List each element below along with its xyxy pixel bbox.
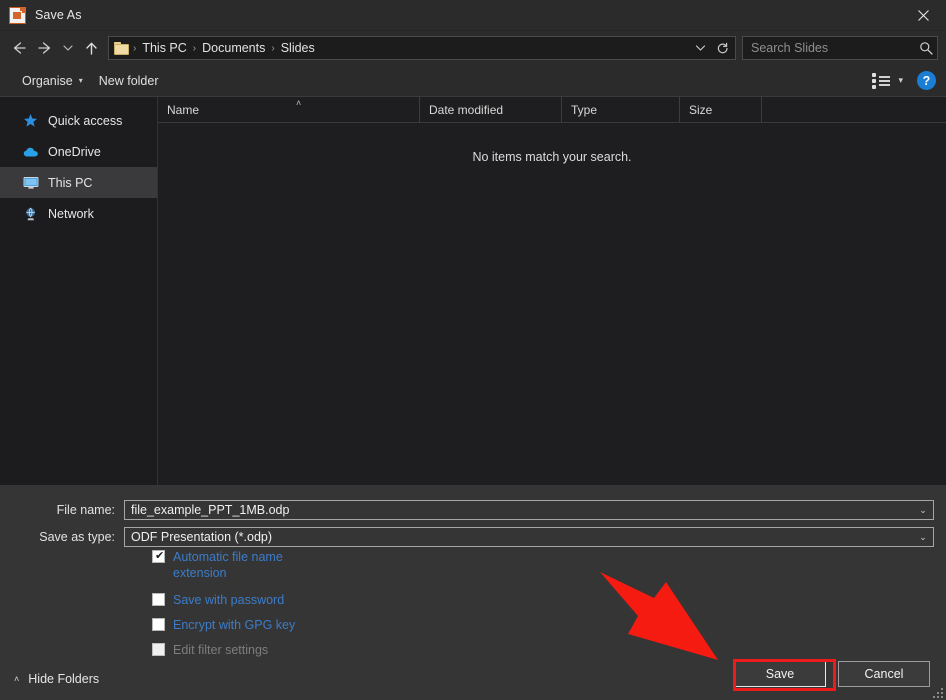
column-header-filler <box>762 97 946 122</box>
list-view-icon[interactable] <box>868 70 894 92</box>
column-header-name[interactable]: Name ˄ <box>158 97 420 122</box>
save-as-type-select[interactable]: ODF Presentation (*.odp) ⌄ <box>124 527 934 547</box>
file-list-pane: Name ˄ Date modified Type Size No items … <box>158 97 946 485</box>
option-label: Automatic file name extension <box>173 549 301 581</box>
column-header-label: Date modified <box>429 103 503 117</box>
option-encrypt-with-gpg-key[interactable]: Encrypt with GPG key <box>152 617 432 633</box>
chevron-down-icon: ▾ <box>79 77 83 85</box>
close-icon[interactable] <box>900 0 946 31</box>
help-button[interactable]: ? <box>917 71 936 90</box>
new-folder-button[interactable]: New folder <box>91 71 167 91</box>
dialog-body: Quick access OneDrive This PC Network <box>0 96 946 485</box>
chevron-down-icon[interactable]: ⌄ <box>915 532 931 543</box>
sidebar-item-network[interactable]: Network <box>0 198 157 229</box>
dialog-buttons: Save Cancel <box>734 661 930 687</box>
title-bar: Save As <box>0 0 946 31</box>
save-as-type-label: Save as type: <box>14 530 124 544</box>
view-options-chevron-down-icon[interactable]: ▾ <box>894 75 911 86</box>
back-button[interactable] <box>6 35 32 61</box>
column-header-label: Name <box>167 103 199 117</box>
organise-label: Organise <box>22 74 73 88</box>
file-name-label: File name: <box>14 503 124 517</box>
checkbox-icon[interactable] <box>152 618 165 631</box>
column-header-type[interactable]: Type <box>562 97 680 122</box>
sidebar-item-label: Network <box>48 207 94 221</box>
checkbox-disabled-icon <box>152 643 165 656</box>
checkbox-checked-icon[interactable]: ✔ <box>152 550 165 563</box>
column-header-label: Type <box>571 103 597 117</box>
sort-ascending-icon: ˄ <box>296 98 301 108</box>
navigation-bar: › This PC › Documents › Slides Search Sl… <box>0 31 946 65</box>
empty-state-message: No items match your search. <box>158 123 946 164</box>
cloud-icon <box>22 143 39 160</box>
window-title: Save As <box>35 8 82 22</box>
column-header-date-modified[interactable]: Date modified <box>420 97 562 122</box>
chevron-up-icon: ˄ <box>14 674 19 684</box>
file-list-body[interactable]: No items match your search. <box>158 123 946 485</box>
resize-grip[interactable] <box>931 686 943 698</box>
chevron-down-icon[interactable]: ⌄ <box>915 505 931 516</box>
check-glyph: ✔ <box>155 550 164 563</box>
monitor-icon <box>22 174 39 191</box>
column-header-label: Size <box>689 103 712 117</box>
save-as-type-row: Save as type: ODF Presentation (*.odp) ⌄ <box>0 527 946 547</box>
save-as-dialog: Save As › This PC › Documents › Sli <box>0 0 946 700</box>
option-edit-filter-settings: Edit filter settings <box>152 642 432 658</box>
forward-button[interactable] <box>32 35 58 61</box>
recent-locations-button[interactable] <box>58 35 78 61</box>
file-name-input[interactable]: file_example_PPT_1MB.odp ⌄ <box>124 500 934 520</box>
search-box[interactable]: Search Slides <box>742 36 938 60</box>
sidebar-item-label: OneDrive <box>48 145 101 159</box>
file-name-value: file_example_PPT_1MB.odp <box>131 503 915 517</box>
option-label: Encrypt with GPG key <box>173 617 373 633</box>
new-folder-label: New folder <box>99 74 159 88</box>
column-headers: Name ˄ Date modified Type Size <box>158 97 946 123</box>
save-as-type-value: ODF Presentation (*.odp) <box>131 530 915 544</box>
command-toolbar: Organise ▾ New folder ▾ ? <box>0 65 946 96</box>
breadcrumb-this-pc[interactable]: This PC <box>137 41 191 55</box>
refresh-icon[interactable] <box>711 37 733 59</box>
option-save-with-password[interactable]: Save with password <box>152 592 432 608</box>
address-bar[interactable]: › This PC › Documents › Slides <box>108 36 736 60</box>
sidebar-item-onedrive[interactable]: OneDrive <box>0 136 157 167</box>
network-icon <box>22 205 39 222</box>
organise-button[interactable]: Organise ▾ <box>14 71 91 91</box>
navigation-sidebar: Quick access OneDrive This PC Network <box>0 97 158 485</box>
folder-icon <box>114 42 130 55</box>
sidebar-item-label: This PC <box>48 176 92 190</box>
save-option-checkboxes: ✔ Automatic file name extension Save wit… <box>152 549 432 667</box>
option-automatic-file-name-extension[interactable]: ✔ Automatic file name extension <box>152 549 432 581</box>
up-button[interactable] <box>78 35 104 61</box>
presentation-document-icon <box>9 7 26 24</box>
option-label: Save with password <box>173 592 373 608</box>
breadcrumb-documents[interactable]: Documents <box>197 41 270 55</box>
sidebar-item-label: Quick access <box>48 114 122 128</box>
chevron-down-icon[interactable] <box>689 37 711 59</box>
cancel-button[interactable]: Cancel <box>838 661 930 687</box>
save-options-panel: File name: file_example_PPT_1MB.odp ⌄ Sa… <box>0 485 946 700</box>
sidebar-item-this-pc[interactable]: This PC <box>0 167 157 198</box>
search-input[interactable]: Search Slides <box>751 41 919 55</box>
breadcrumb-slides[interactable]: Slides <box>276 41 320 55</box>
star-icon <box>22 112 39 129</box>
sidebar-item-quick-access[interactable]: Quick access <box>0 105 157 136</box>
hide-folders-button[interactable]: ˄ Hide Folders <box>14 672 99 686</box>
search-icon[interactable] <box>919 41 933 55</box>
checkbox-icon[interactable] <box>152 593 165 606</box>
option-label: Edit filter settings <box>173 642 373 658</box>
save-button[interactable]: Save <box>734 661 826 687</box>
column-header-size[interactable]: Size <box>680 97 762 122</box>
file-name-row: File name: file_example_PPT_1MB.odp ⌄ <box>0 500 946 520</box>
hide-folders-label: Hide Folders <box>28 672 99 686</box>
